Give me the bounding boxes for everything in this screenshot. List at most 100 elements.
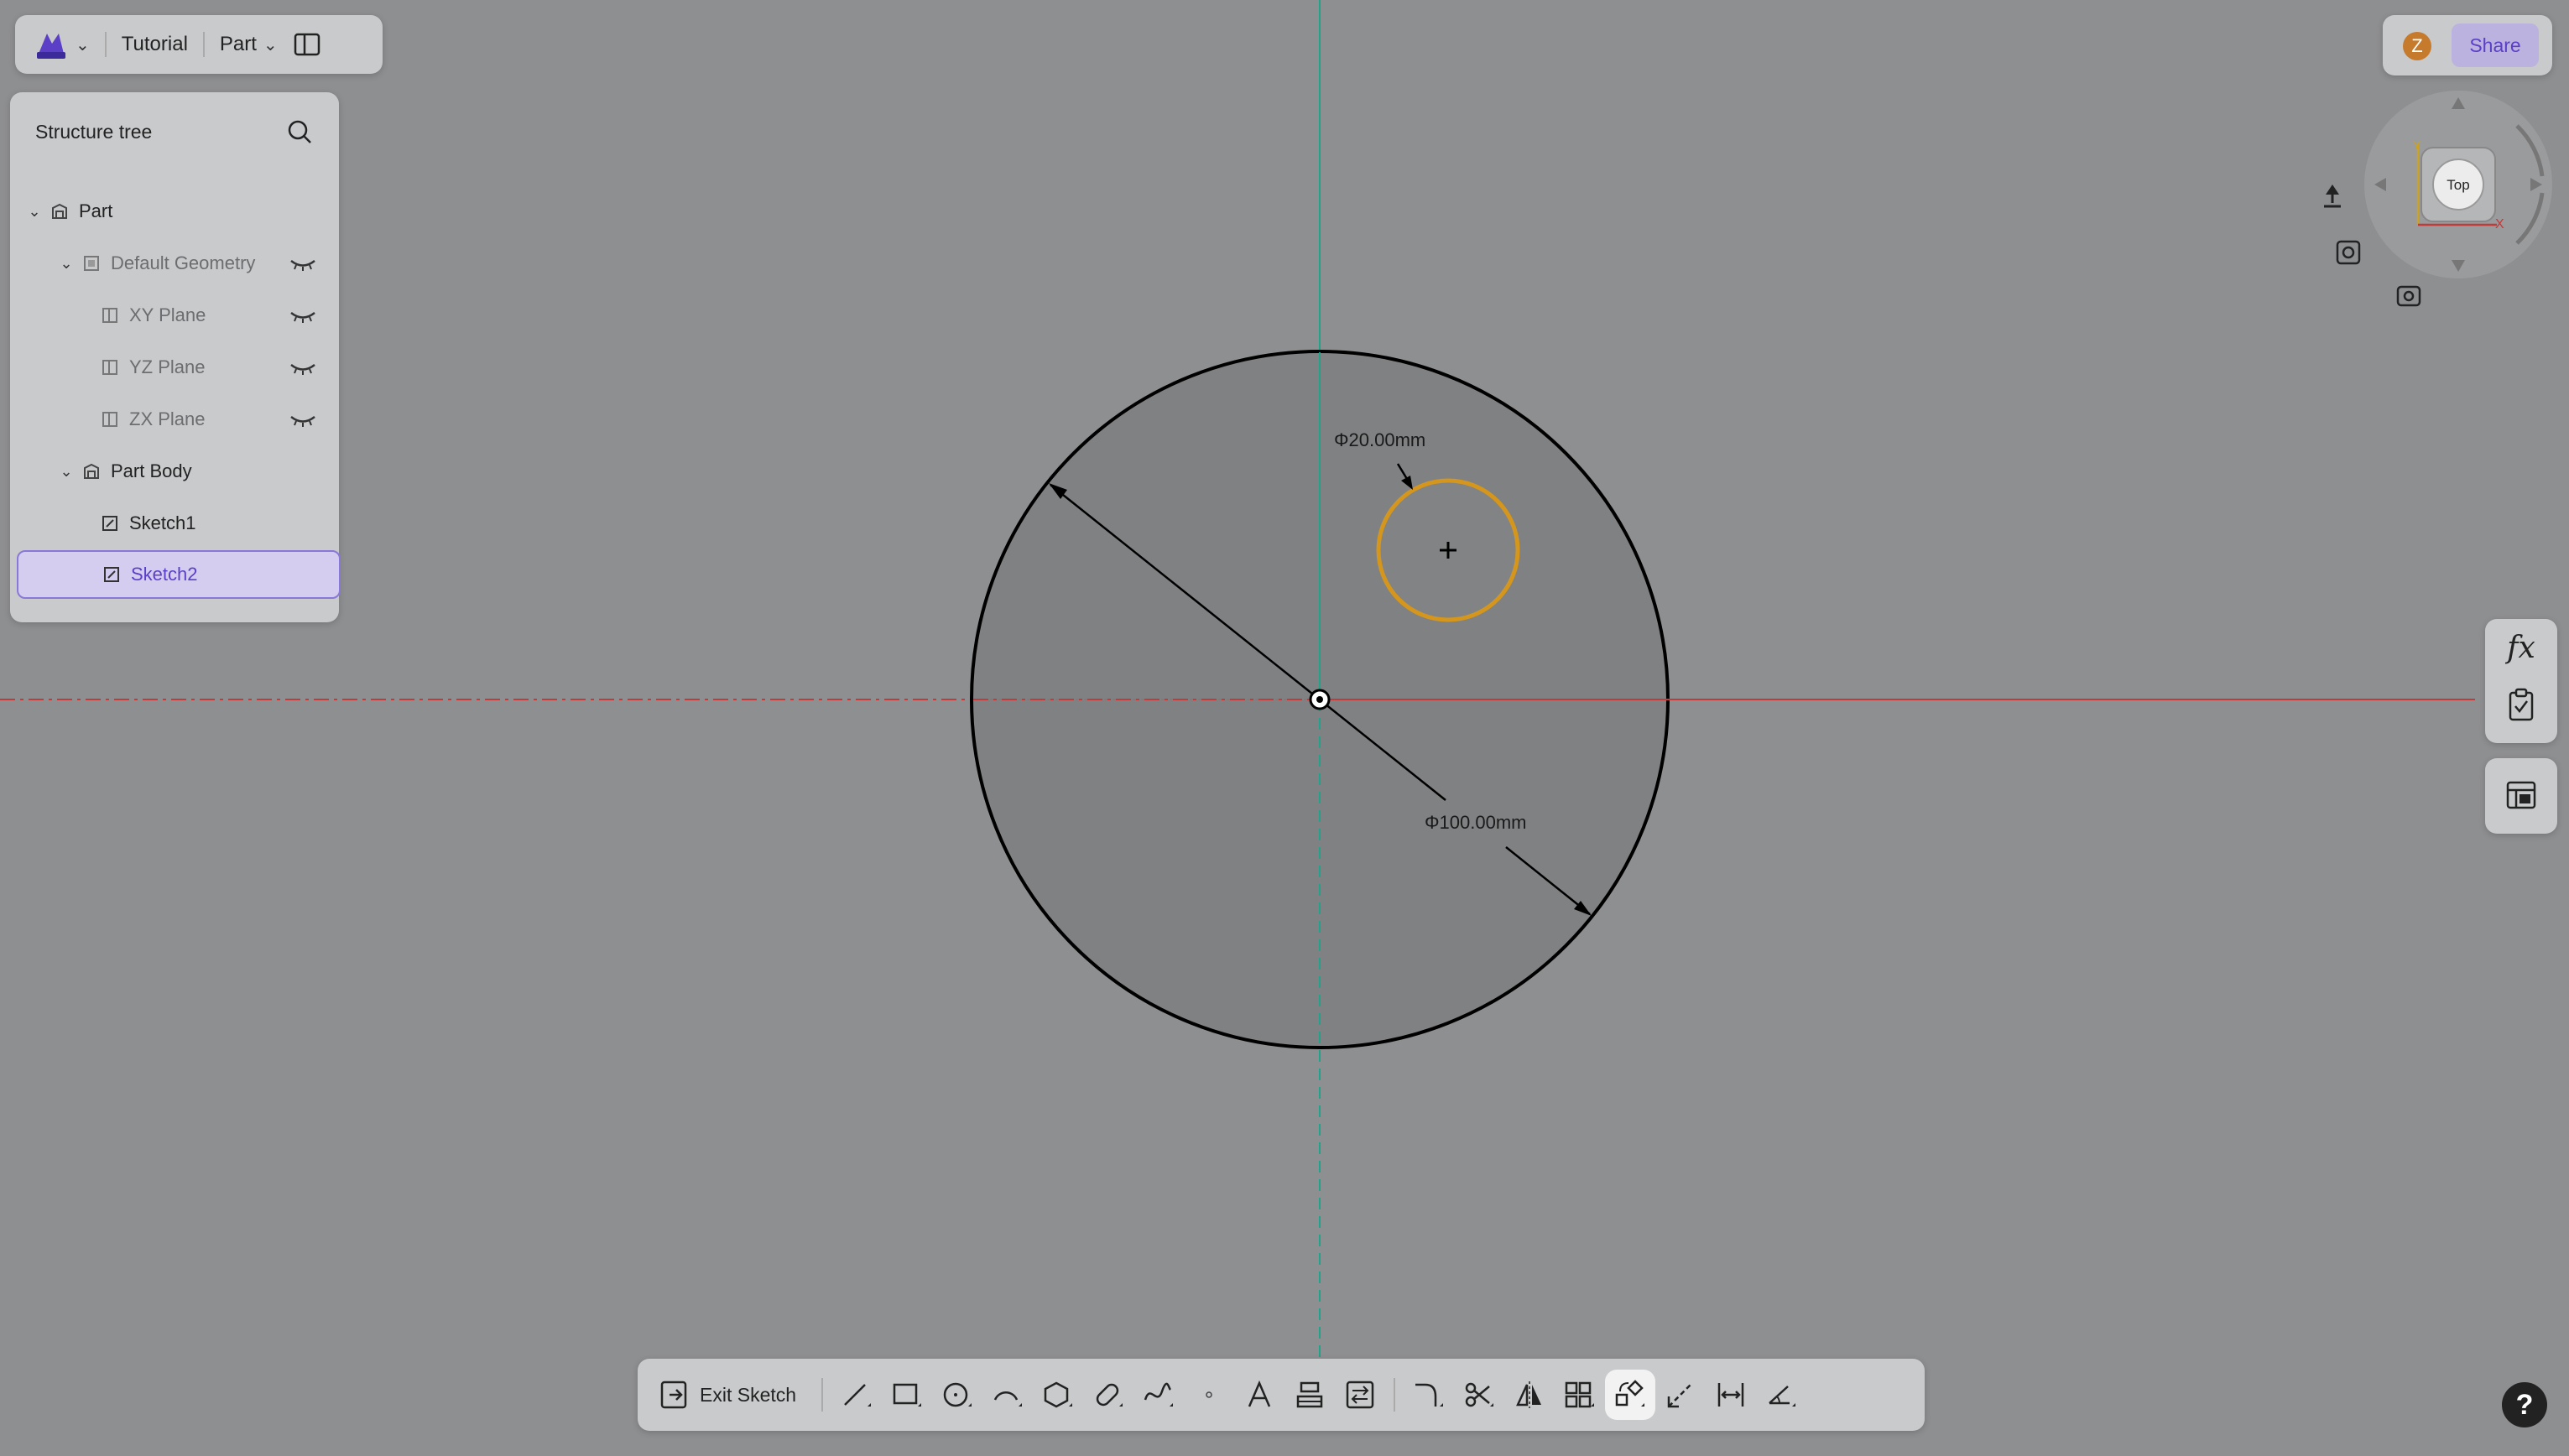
text-icon — [1248, 1380, 1271, 1407]
tree-item-xy-plane[interactable]: XY Plane — [10, 290, 339, 341]
tree-item-default-geometry[interactable]: ⌄ Default Geometry — [10, 238, 339, 289]
structure-tree-title: Structure tree — [35, 121, 153, 143]
spline-icon — [1144, 1382, 1174, 1407]
part-icon — [52, 203, 67, 219]
app-logo-icon[interactable] — [34, 27, 69, 62]
plane-icon — [102, 360, 117, 375]
chevron-down-icon[interactable]: ⌄ — [57, 463, 76, 481]
tree-item-label: XY Plane — [129, 304, 206, 325]
fillet-tool-button[interactable] — [1404, 1370, 1454, 1420]
polygon-tool-button[interactable] — [1033, 1370, 1083, 1420]
sketch-toolbar: Exit Sketch — [638, 1359, 1925, 1431]
trim-tool-button[interactable] — [1454, 1370, 1504, 1420]
zoom-region-icon[interactable] — [2336, 240, 2361, 265]
transform-tool-button[interactable] — [1605, 1370, 1656, 1420]
chevron-down-icon[interactable]: ⌄ — [263, 34, 278, 55]
divider — [104, 32, 107, 57]
tree-item-zx-plane[interactable]: ZX Plane — [10, 394, 339, 445]
view-cube-face-label: Top — [2447, 177, 2469, 193]
tree-item-label: Sketch1 — [129, 512, 196, 533]
document-title[interactable]: Tutorial — [122, 33, 188, 56]
tree-item-label: Sketch2 — [131, 564, 198, 585]
chevron-down-icon[interactable]: ⌄ — [76, 34, 90, 55]
arc-tool-button[interactable] — [982, 1370, 1033, 1420]
exit-sketch-icon — [660, 1381, 687, 1409]
tree-item-sketch1[interactable]: Sketch1 — [10, 498, 339, 549]
dimension-icon — [1717, 1383, 1744, 1407]
line-tool-button[interactable] — [831, 1370, 882, 1420]
table-icon[interactable] — [2505, 780, 2537, 810]
point-icon — [1206, 1391, 1212, 1398]
tree-item-label: ZX Plane — [129, 408, 206, 429]
hidden-eye-icon[interactable] — [289, 357, 317, 377]
pattern-tool-button[interactable] — [1555, 1370, 1605, 1420]
rectangle-icon — [893, 1383, 922, 1407]
origin-dot — [1316, 696, 1323, 703]
construction-tool-button[interactable] — [1655, 1370, 1706, 1420]
tree-item-label: YZ Plane — [129, 356, 206, 377]
tree-item-label: Default Geometry — [111, 252, 256, 273]
circle-icon — [943, 1382, 972, 1407]
fillet-icon — [1415, 1383, 1444, 1407]
divider — [284, 32, 286, 57]
exit-sketch-label: Exit Sketch — [700, 1383, 797, 1406]
plane-icon — [102, 412, 117, 427]
offset-tool-button[interactable] — [1335, 1370, 1385, 1420]
arc-icon — [993, 1391, 1023, 1407]
dimension-tool-button[interactable] — [1706, 1370, 1756, 1420]
outer-diameter-label[interactable]: Φ100.00mm — [1425, 812, 1527, 833]
mirror-icon — [1516, 1381, 1542, 1408]
help-button[interactable]: ? — [2502, 1382, 2547, 1427]
tree-item-label: Part — [79, 200, 113, 221]
search-icon[interactable] — [285, 117, 314, 146]
avatar[interactable]: Z — [2403, 32, 2431, 60]
constraint-icon — [1769, 1386, 1796, 1407]
offset-icon — [1346, 1381, 1374, 1409]
exit-sketch-button[interactable]: Exit Sketch — [638, 1380, 813, 1410]
hidden-eye-icon[interactable] — [289, 253, 317, 273]
rectangle-tool-button[interactable] — [882, 1370, 932, 1420]
clipboard-check-icon[interactable] — [2507, 688, 2535, 721]
plane-icon — [102, 308, 117, 323]
project-icon — [1296, 1381, 1323, 1408]
text-tool-button[interactable] — [1234, 1370, 1284, 1420]
sketch-canvas[interactable]: Φ100.00mm Φ20.00mm — [0, 0, 2569, 1456]
trim-icon — [1465, 1382, 1494, 1407]
tree-item-label: Part Body — [111, 460, 192, 481]
slot-tool-button[interactable] — [1083, 1370, 1133, 1420]
formula-button[interactable]: fx — [2485, 631, 2557, 665]
camera-view-icon[interactable] — [2396, 285, 2421, 307]
constraint-tool-button[interactable] — [1756, 1370, 1806, 1420]
share-button[interactable]: Share — [2452, 23, 2539, 67]
slot-icon — [1096, 1383, 1123, 1407]
right-table-panel — [2485, 758, 2557, 834]
tree-item-sketch2[interactable]: Sketch2 — [17, 550, 341, 599]
tree-item-yz-plane[interactable]: YZ Plane — [10, 342, 339, 393]
right-tools-panel: fx — [2485, 619, 2557, 743]
transform-icon — [1615, 1380, 1645, 1407]
sketch-icon — [102, 516, 117, 531]
mirror-tool-button[interactable] — [1504, 1370, 1555, 1420]
fit-view-icon[interactable] — [2324, 185, 2341, 208]
tree-item-part[interactable]: ⌄ Part — [10, 186, 339, 237]
chevron-down-icon[interactable]: ⌄ — [25, 203, 44, 221]
project-tool-button[interactable] — [1284, 1370, 1335, 1420]
line-icon — [844, 1384, 872, 1407]
construction-line-icon — [1667, 1382, 1693, 1408]
tree-item-part-body[interactable]: ⌄ Part Body — [10, 446, 339, 497]
share-area: Z Share — [2383, 15, 2552, 75]
spline-tool-button[interactable] — [1133, 1370, 1184, 1420]
axis-y-label: Y — [2413, 138, 2421, 152]
divider — [821, 1378, 824, 1412]
geometry-icon — [84, 256, 99, 271]
mode-selector[interactable]: Part — [220, 33, 257, 56]
chevron-down-icon[interactable]: ⌄ — [57, 255, 76, 273]
divider — [202, 32, 205, 57]
circle-tool-button[interactable] — [932, 1370, 982, 1420]
toggle-panel-icon[interactable] — [293, 30, 321, 59]
hidden-eye-icon[interactable] — [289, 409, 317, 429]
hidden-eye-icon[interactable] — [289, 305, 317, 325]
inner-diameter-label[interactable]: Φ20.00mm — [1334, 429, 1425, 450]
point-tool-button[interactable] — [1184, 1370, 1234, 1420]
part-body-icon — [84, 463, 99, 479]
